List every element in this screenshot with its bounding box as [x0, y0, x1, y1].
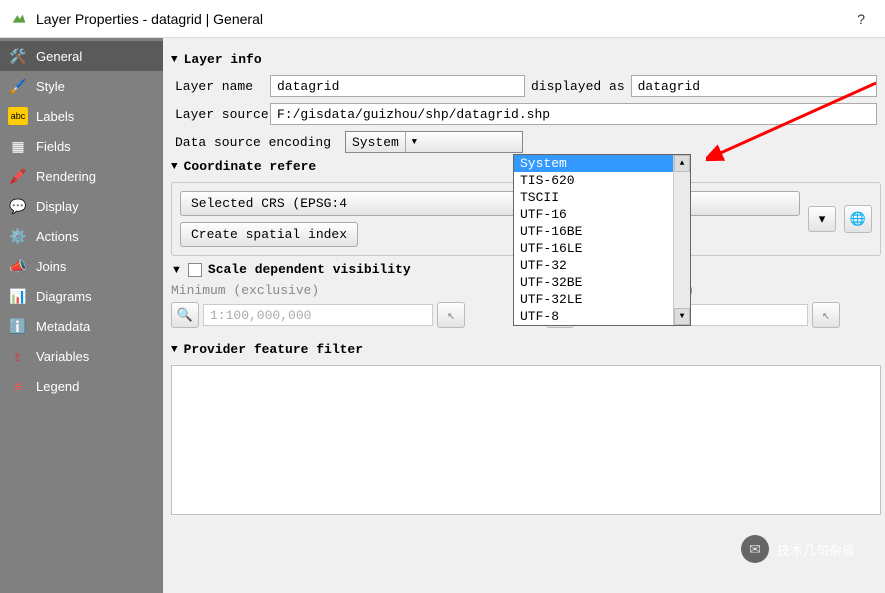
- watermark: ✉ 技术几句杂谈: [741, 535, 855, 563]
- chart-icon: 📊: [8, 287, 28, 305]
- encoding-value: System: [346, 135, 405, 150]
- dropdown-scrollbar[interactable]: ▲ ▼: [673, 155, 690, 325]
- sidebar-item-joins[interactable]: 📣 Joins: [0, 251, 163, 281]
- sidebar-item-label: Diagrams: [36, 289, 92, 304]
- sidebar-item-label: Labels: [36, 109, 74, 124]
- collapse-icon: ▼: [171, 161, 178, 173]
- create-spatial-index-button[interactable]: Create spatial index: [180, 222, 358, 247]
- max-scale-picker[interactable]: ↖: [812, 302, 840, 328]
- encoding-label: Data source encoding: [175, 135, 345, 150]
- sidebar-item-label: Fields: [36, 139, 71, 154]
- layer-source-label: Layer source: [175, 107, 270, 122]
- encoding-dropdown: SystemTIS-620TSCIIUTF-16UTF-16BEUTF-16LE…: [513, 154, 691, 326]
- join-icon: 📣: [8, 257, 28, 275]
- sidebar-item-rendering[interactable]: 🖍️ Rendering: [0, 161, 163, 191]
- brush-icon: 🖌️: [8, 77, 28, 95]
- min-label: Minimum (exclusive): [171, 283, 506, 298]
- layer-name-label: Layer name: [175, 79, 270, 94]
- crs-select-button[interactable]: ▾: [808, 206, 836, 232]
- encoding-option[interactable]: UTF-32BE: [514, 274, 690, 291]
- paint-icon: 🖍️: [8, 167, 28, 185]
- encoding-option[interactable]: UTF-16BE: [514, 223, 690, 240]
- crs-picker-button[interactable]: 🌐: [844, 205, 872, 233]
- sidebar-item-label: Variables: [36, 349, 89, 364]
- scroll-up-button[interactable]: ▲: [674, 155, 690, 172]
- wechat-icon: ✉: [741, 535, 769, 563]
- help-button[interactable]: ?: [847, 11, 875, 27]
- collapse-icon: ▼: [171, 54, 178, 66]
- wrench-icon: 🛠️: [8, 47, 28, 65]
- filter-header[interactable]: ▼Provider feature filter: [171, 342, 881, 357]
- sidebar-item-legend[interactable]: ≡ Legend: [0, 371, 163, 401]
- dropdown-icon: ▾: [819, 211, 826, 227]
- displayed-as-input[interactable]: [631, 75, 877, 97]
- encoding-option[interactable]: TIS-620: [514, 172, 690, 189]
- encoding-option[interactable]: TSCII: [514, 189, 690, 206]
- cursor-icon: ↖: [822, 308, 830, 323]
- encoding-option[interactable]: UTF-32: [514, 257, 690, 274]
- chevron-down-icon: ▼: [405, 132, 423, 152]
- encoding-option[interactable]: UTF-16LE: [514, 240, 690, 257]
- magnify-minus-icon: 🔍: [177, 308, 193, 323]
- displayed-as-label: displayed as: [531, 79, 625, 94]
- sidebar-item-label: Joins: [36, 259, 66, 274]
- encoding-option[interactable]: UTF-32LE: [514, 291, 690, 308]
- sidebar-item-diagrams[interactable]: 📊 Diagrams: [0, 281, 163, 311]
- sidebar-item-actions[interactable]: ⚙️ Actions: [0, 221, 163, 251]
- layer-source-input[interactable]: [270, 103, 877, 125]
- encoding-option[interactable]: UTF-8: [514, 308, 690, 325]
- layer-info-header[interactable]: ▼Layer info: [171, 52, 881, 67]
- bubble-icon: 💬: [8, 197, 28, 215]
- sidebar: 🛠️ General 🖌️ Style abc Labels ▦ Fields 🖍️ Re…: [0, 38, 163, 593]
- scale-visibility-checkbox[interactable]: [188, 263, 202, 277]
- info-icon: ℹ️: [8, 317, 28, 335]
- scale-header: Scale dependent visibility: [208, 262, 411, 277]
- sidebar-item-label: Rendering: [36, 169, 96, 184]
- sidebar-item-metadata[interactable]: ℹ️ Metadata: [0, 311, 163, 341]
- sidebar-item-fields[interactable]: ▦ Fields: [0, 131, 163, 161]
- encoding-option[interactable]: System: [514, 155, 690, 172]
- min-scale-picker[interactable]: ↖: [437, 302, 465, 328]
- collapse-icon: ▼: [171, 344, 178, 356]
- zoom-out-button[interactable]: 🔍: [171, 302, 199, 328]
- window-title: Layer Properties - datagrid | General: [36, 11, 847, 27]
- collapse-icon: ▼: [171, 264, 182, 276]
- min-scale-input[interactable]: [203, 304, 433, 326]
- sidebar-item-general[interactable]: 🛠️ General: [0, 41, 163, 71]
- encoding-combo[interactable]: System ▼: [345, 131, 523, 153]
- sidebar-item-label: General: [36, 49, 82, 64]
- label-icon: abc: [8, 107, 28, 125]
- gear-icon: ⚙️: [8, 227, 28, 245]
- selected-crs-button[interactable]: Selected CRS (EPSG:4: [180, 191, 800, 216]
- encoding-option[interactable]: UTF-16: [514, 206, 690, 223]
- legend-icon: ≡: [8, 377, 28, 395]
- sidebar-item-label: Display: [36, 199, 79, 214]
- filter-textarea[interactable]: [171, 365, 881, 515]
- scroll-down-button[interactable]: ▼: [674, 308, 690, 325]
- sidebar-item-label: Style: [36, 79, 65, 94]
- sidebar-item-label: Legend: [36, 379, 79, 394]
- sidebar-item-display[interactable]: 💬 Display: [0, 191, 163, 221]
- table-icon: ▦: [8, 137, 28, 155]
- globe-icon: 🌐: [850, 211, 866, 227]
- sidebar-item-variables[interactable]: ε Variables: [0, 341, 163, 371]
- sidebar-item-label: Metadata: [36, 319, 90, 334]
- epsilon-icon: ε: [8, 347, 28, 365]
- app-icon: [10, 10, 28, 28]
- watermark-text: 技术几句杂谈: [777, 540, 855, 559]
- sidebar-item-label: Actions: [36, 229, 79, 244]
- main-panel: ▼Layer info Layer name displayed as Laye…: [163, 38, 885, 593]
- sidebar-item-style[interactable]: 🖌️ Style: [0, 71, 163, 101]
- cursor-icon: ↖: [447, 308, 455, 323]
- layer-name-input[interactable]: [270, 75, 525, 97]
- sidebar-item-labels[interactable]: abc Labels: [0, 101, 163, 131]
- title-bar: Layer Properties - datagrid | General ?: [0, 0, 885, 38]
